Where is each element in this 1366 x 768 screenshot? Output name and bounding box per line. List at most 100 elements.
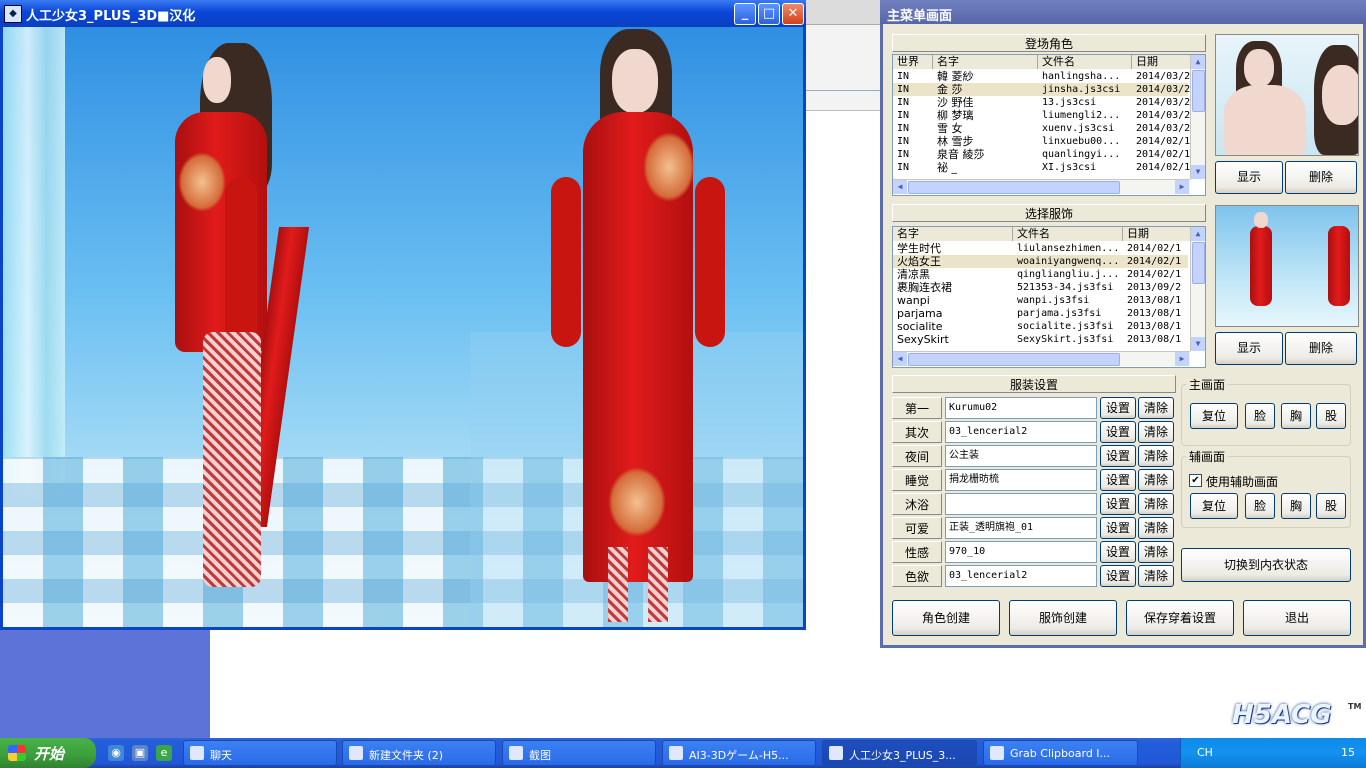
scroll-right-icon[interactable]: ▶ [1175, 352, 1189, 366]
list-item[interactable]: IN 金 莎 jinsha.js3csi 2014/03/2 [893, 83, 1190, 96]
col-outfit-name[interactable]: 名字 [893, 227, 1013, 241]
main-view-face-button[interactable]: 脸 [1245, 403, 1275, 429]
taskbar-item[interactable]: Grab Clipboard I... [983, 740, 1138, 766]
main-view-label: 主画面 [1186, 376, 1229, 393]
switch-underwear-button[interactable]: 切换到内衣状态 [1181, 548, 1351, 582]
taskbar-item[interactable]: 截图 [502, 740, 656, 766]
quicklaunch-media-icon[interactable]: ◉ [108, 745, 124, 761]
outfit-delete-button[interactable]: 删除 [1285, 332, 1357, 365]
col-world[interactable]: 世界 [893, 55, 933, 69]
character-show-button[interactable]: 显示 [1215, 161, 1283, 194]
outfit-slot-input[interactable]: 捐龙栅昉梳 [945, 469, 1097, 491]
list-item[interactable]: IN 韓 菱紗 hanlingsha... 2014/03/2 [893, 70, 1190, 83]
outfits-hscroll[interactable]: ◀ ▶ [893, 351, 1190, 366]
quicklaunch-browser-icon[interactable]: e [156, 745, 172, 761]
outfit-slot-input[interactable]: 03_lencerial2 [945, 421, 1097, 443]
list-item[interactable]: IN 沙 野佳 13.js3csi 2014/03/2 [893, 96, 1190, 109]
characters-hscroll[interactable]: ◀ ▶ [893, 179, 1190, 194]
outfit-set-button[interactable]: 设置 [1100, 397, 1136, 419]
maximize-button[interactable]: □ [758, 3, 780, 25]
minimize-button[interactable]: _ [734, 3, 756, 25]
main-view-hip-button[interactable]: 股 [1316, 403, 1346, 429]
save-outfit-settings-button[interactable]: 保存穿着设置 [1126, 600, 1234, 636]
outfit-set-button[interactable]: 设置 [1100, 541, 1136, 563]
list-item[interactable]: 裹胸连衣裙 521353-34.js3fsi 2013/09/2 [893, 281, 1188, 294]
use-sub-view-checkbox[interactable]: ✔ [1189, 474, 1202, 487]
scroll-down-icon[interactable]: ▼ [1191, 337, 1205, 351]
outfits-vscroll[interactable]: ▲ ▼ [1190, 227, 1205, 351]
list-item[interactable]: 学生时代 liulansezhimen... 2014/02/1 [893, 242, 1188, 255]
list-item[interactable]: socialite socialite.js3fsi 2013/08/1 [893, 320, 1188, 333]
characters-vscroll[interactable]: ▲ ▼ [1190, 55, 1205, 179]
outfit-slot-input[interactable]: 970_10 [945, 541, 1097, 563]
outfit-clear-button[interactable]: 清除 [1138, 517, 1174, 539]
outfit-clear-button[interactable]: 清除 [1138, 421, 1174, 443]
col-filename[interactable]: 文件名 [1038, 55, 1132, 69]
taskbar-item[interactable]: 聊天 [183, 740, 337, 766]
col-name[interactable]: 名字 [933, 55, 1038, 69]
language-indicator[interactable]: CH [1197, 746, 1213, 759]
scroll-up-icon[interactable]: ▲ [1191, 55, 1205, 69]
outfit-set-button[interactable]: 设置 [1100, 565, 1136, 587]
sub-view-hip-button[interactable]: 股 [1316, 493, 1346, 519]
outfit-clear-button[interactable]: 清除 [1138, 397, 1174, 419]
character-delete-button[interactable]: 删除 [1285, 161, 1357, 194]
col-outfit-filename[interactable]: 文件名 [1013, 227, 1123, 241]
outfit-clear-button[interactable]: 清除 [1138, 469, 1174, 491]
outfits-list[interactable]: 名字 文件名 日期 学生时代 liulansezhimen... 2014/02/1… [892, 226, 1206, 368]
characters-list[interactable]: 世界 名字 文件名 日期 IN 韓 菱紗 hanlingsha... 2014/03/… [892, 54, 1206, 196]
scroll-up-icon[interactable]: ▲ [1191, 227, 1205, 241]
outfit-clear-button[interactable]: 清除 [1138, 493, 1174, 515]
outfit-set-button[interactable]: 设置 [1100, 421, 1136, 443]
sub-view-chest-button[interactable]: 胸 [1281, 493, 1311, 519]
outfit-slot-input[interactable] [945, 493, 1097, 515]
create-character-button[interactable]: 角色创建 [892, 600, 1000, 636]
taskbar-item[interactable]: 新建文件夹 (2) [342, 740, 496, 766]
outfit-slot-input[interactable]: Kurumu02 [945, 397, 1097, 419]
main-menu-titlebar[interactable]: 主菜单画面 [880, 0, 1366, 24]
outfit-slot-input[interactable]: 03_lencerial2 [945, 565, 1097, 587]
outfit-set-button[interactable]: 设置 [1100, 469, 1136, 491]
outfit-slot-input[interactable]: 正装_透明旗袍_01 [945, 517, 1097, 539]
watermark-tm: TM [1348, 702, 1362, 711]
main-view-chest-button[interactable]: 胸 [1281, 403, 1311, 429]
list-item[interactable]: parjama parjama.js3fsi 2013/08/1 [893, 307, 1188, 320]
scroll-right-icon[interactable]: ▶ [1175, 180, 1189, 194]
list-item[interactable]: IN 泉音 綾莎 quanlingyi... 2014/02/1 [893, 148, 1190, 161]
use-sub-view-label[interactable]: 使用辅助画面 [1206, 473, 1278, 490]
list-item-date: 2014/02/1 [1136, 162, 1190, 173]
list-item-date: 2013/08/1 [1127, 308, 1182, 319]
outfit-show-button[interactable]: 显示 [1215, 332, 1283, 365]
list-item-name: 清凉黑 [897, 268, 930, 281]
scroll-left-icon[interactable]: ◀ [893, 180, 907, 194]
taskbar-item[interactable]: 人工少女3_PLUS_3... [822, 740, 977, 766]
scroll-down-icon[interactable]: ▼ [1191, 165, 1205, 179]
outfit-clear-button[interactable]: 清除 [1138, 445, 1174, 467]
sub-view-reset-button[interactable]: 复位 [1190, 493, 1238, 519]
main-view-reset-button[interactable]: 复位 [1190, 403, 1238, 429]
scroll-left-icon[interactable]: ◀ [893, 352, 907, 366]
list-item[interactable]: SexySkirt SexySkirt.js3fsi 2013/08/1 [893, 333, 1188, 346]
list-item[interactable]: 清凉黑 qingliangliu.j... 2014/02/1 [893, 268, 1188, 281]
quicklaunch-desktop-icon[interactable]: ▣ [132, 745, 148, 761]
create-outfit-button[interactable]: 服饰创建 [1009, 600, 1117, 636]
taskbar-item[interactable]: AI3-3Dゲーム-H5... [662, 740, 816, 766]
list-item[interactable]: IN 林 雪步 linxuebu00... 2014/02/1 [893, 135, 1190, 148]
start-button[interactable]: 开始 [0, 738, 96, 768]
outfit-set-button[interactable]: 设置 [1100, 517, 1136, 539]
list-item[interactable]: IN 雪 女 xuenv.js3csi 2014/03/2 [893, 122, 1190, 135]
viewer-titlebar[interactable]: ◆ 人工少女3_PLUS_3D■汉化 _ □ ✕ [0, 0, 806, 27]
list-item[interactable]: IN 祕 _ XI.js3csi 2014/02/1 [893, 161, 1190, 174]
outfit-set-button[interactable]: 设置 [1100, 445, 1136, 467]
list-item[interactable]: wanpi wanpi.js3fsi 2013/08/1 [893, 294, 1188, 307]
outfit-set-button[interactable]: 设置 [1100, 493, 1136, 515]
exit-button[interactable]: 退出 [1243, 600, 1351, 636]
3d-scene-viewport[interactable] [3, 27, 803, 627]
outfit-slot-input[interactable]: 公主装 [945, 445, 1097, 467]
sub-view-face-button[interactable]: 脸 [1245, 493, 1275, 519]
list-item[interactable]: IN 柳 梦璃 liumengli2... 2014/03/2 [893, 109, 1190, 122]
outfit-clear-button[interactable]: 清除 [1138, 541, 1174, 563]
close-button[interactable]: ✕ [782, 3, 804, 25]
outfit-clear-button[interactable]: 清除 [1138, 565, 1174, 587]
list-item[interactable]: 火焰女王 woainiyangwenq... 2014/02/1 [893, 255, 1188, 268]
